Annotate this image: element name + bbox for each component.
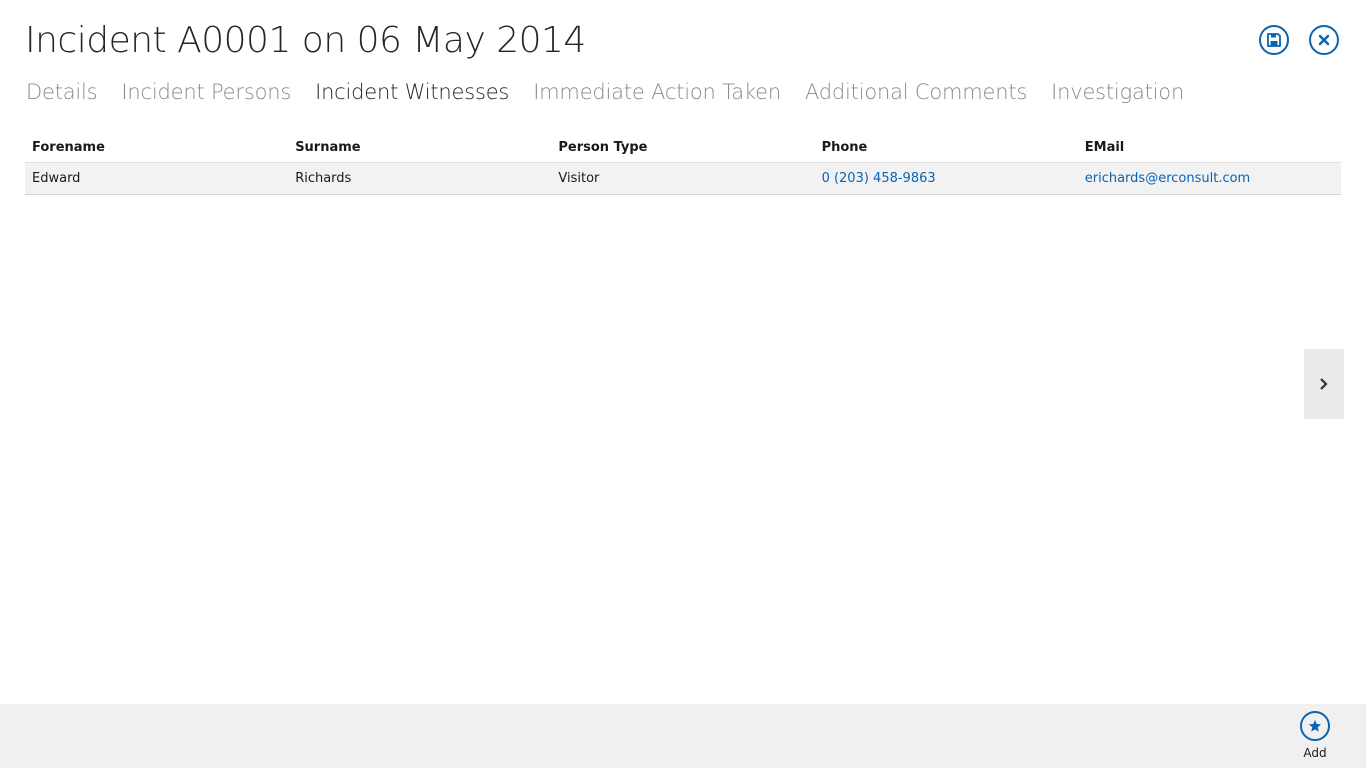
phone-link[interactable]: 0 (203) 458-9863 (814, 162, 1078, 195)
email-link[interactable]: erichards@erconsult.com (1077, 162, 1341, 195)
cell-person-type: Visitor (551, 162, 815, 195)
column-header-person-type[interactable]: Person Type (551, 132, 815, 163)
column-header-email[interactable]: EMail (1077, 132, 1341, 163)
close-button[interactable] (1309, 25, 1339, 55)
cell-surname: Richards (288, 162, 552, 195)
tab-incident-witnesses[interactable]: Incident Witnesses (315, 76, 509, 108)
tab-details[interactable]: Details (26, 76, 98, 108)
witnesses-table: Forename Surname Person Type Phone EMail… (25, 132, 1341, 195)
app-bar: Add (0, 704, 1366, 768)
cell-forename: Edward (25, 162, 289, 195)
next-page-button[interactable] (1304, 349, 1344, 419)
table-row[interactable]: Edward Richards Visitor 0 (203) 458-9863… (25, 162, 1341, 195)
save-icon (1267, 33, 1281, 47)
tab-incident-persons[interactable]: Incident Persons (121, 76, 291, 108)
column-header-phone[interactable]: Phone (814, 132, 1078, 163)
tab-immediate-action-taken[interactable]: Immediate Action Taken (533, 76, 781, 108)
tab-additional-comments[interactable]: Additional Comments (805, 76, 1027, 108)
table-header-row: Forename Surname Person Type Phone EMail (25, 132, 1341, 163)
tab-bar: Details Incident Persons Incident Witnes… (26, 76, 1208, 108)
save-button[interactable] (1259, 25, 1289, 55)
add-button[interactable]: Add (1294, 711, 1336, 760)
star-icon (1308, 719, 1322, 732)
close-icon (1318, 34, 1330, 46)
tab-investigation[interactable]: Investigation (1051, 76, 1184, 108)
column-header-forename[interactable]: Forename (25, 132, 289, 163)
chevron-right-icon (1320, 378, 1328, 390)
page-title: Incident A0001 on 06 May 2014 (25, 20, 586, 61)
add-label: Add (1303, 746, 1327, 760)
column-header-surname[interactable]: Surname (288, 132, 552, 163)
add-circle (1300, 711, 1330, 741)
incident-page: Incident A0001 on 06 May 2014 Details In… (0, 0, 1366, 768)
